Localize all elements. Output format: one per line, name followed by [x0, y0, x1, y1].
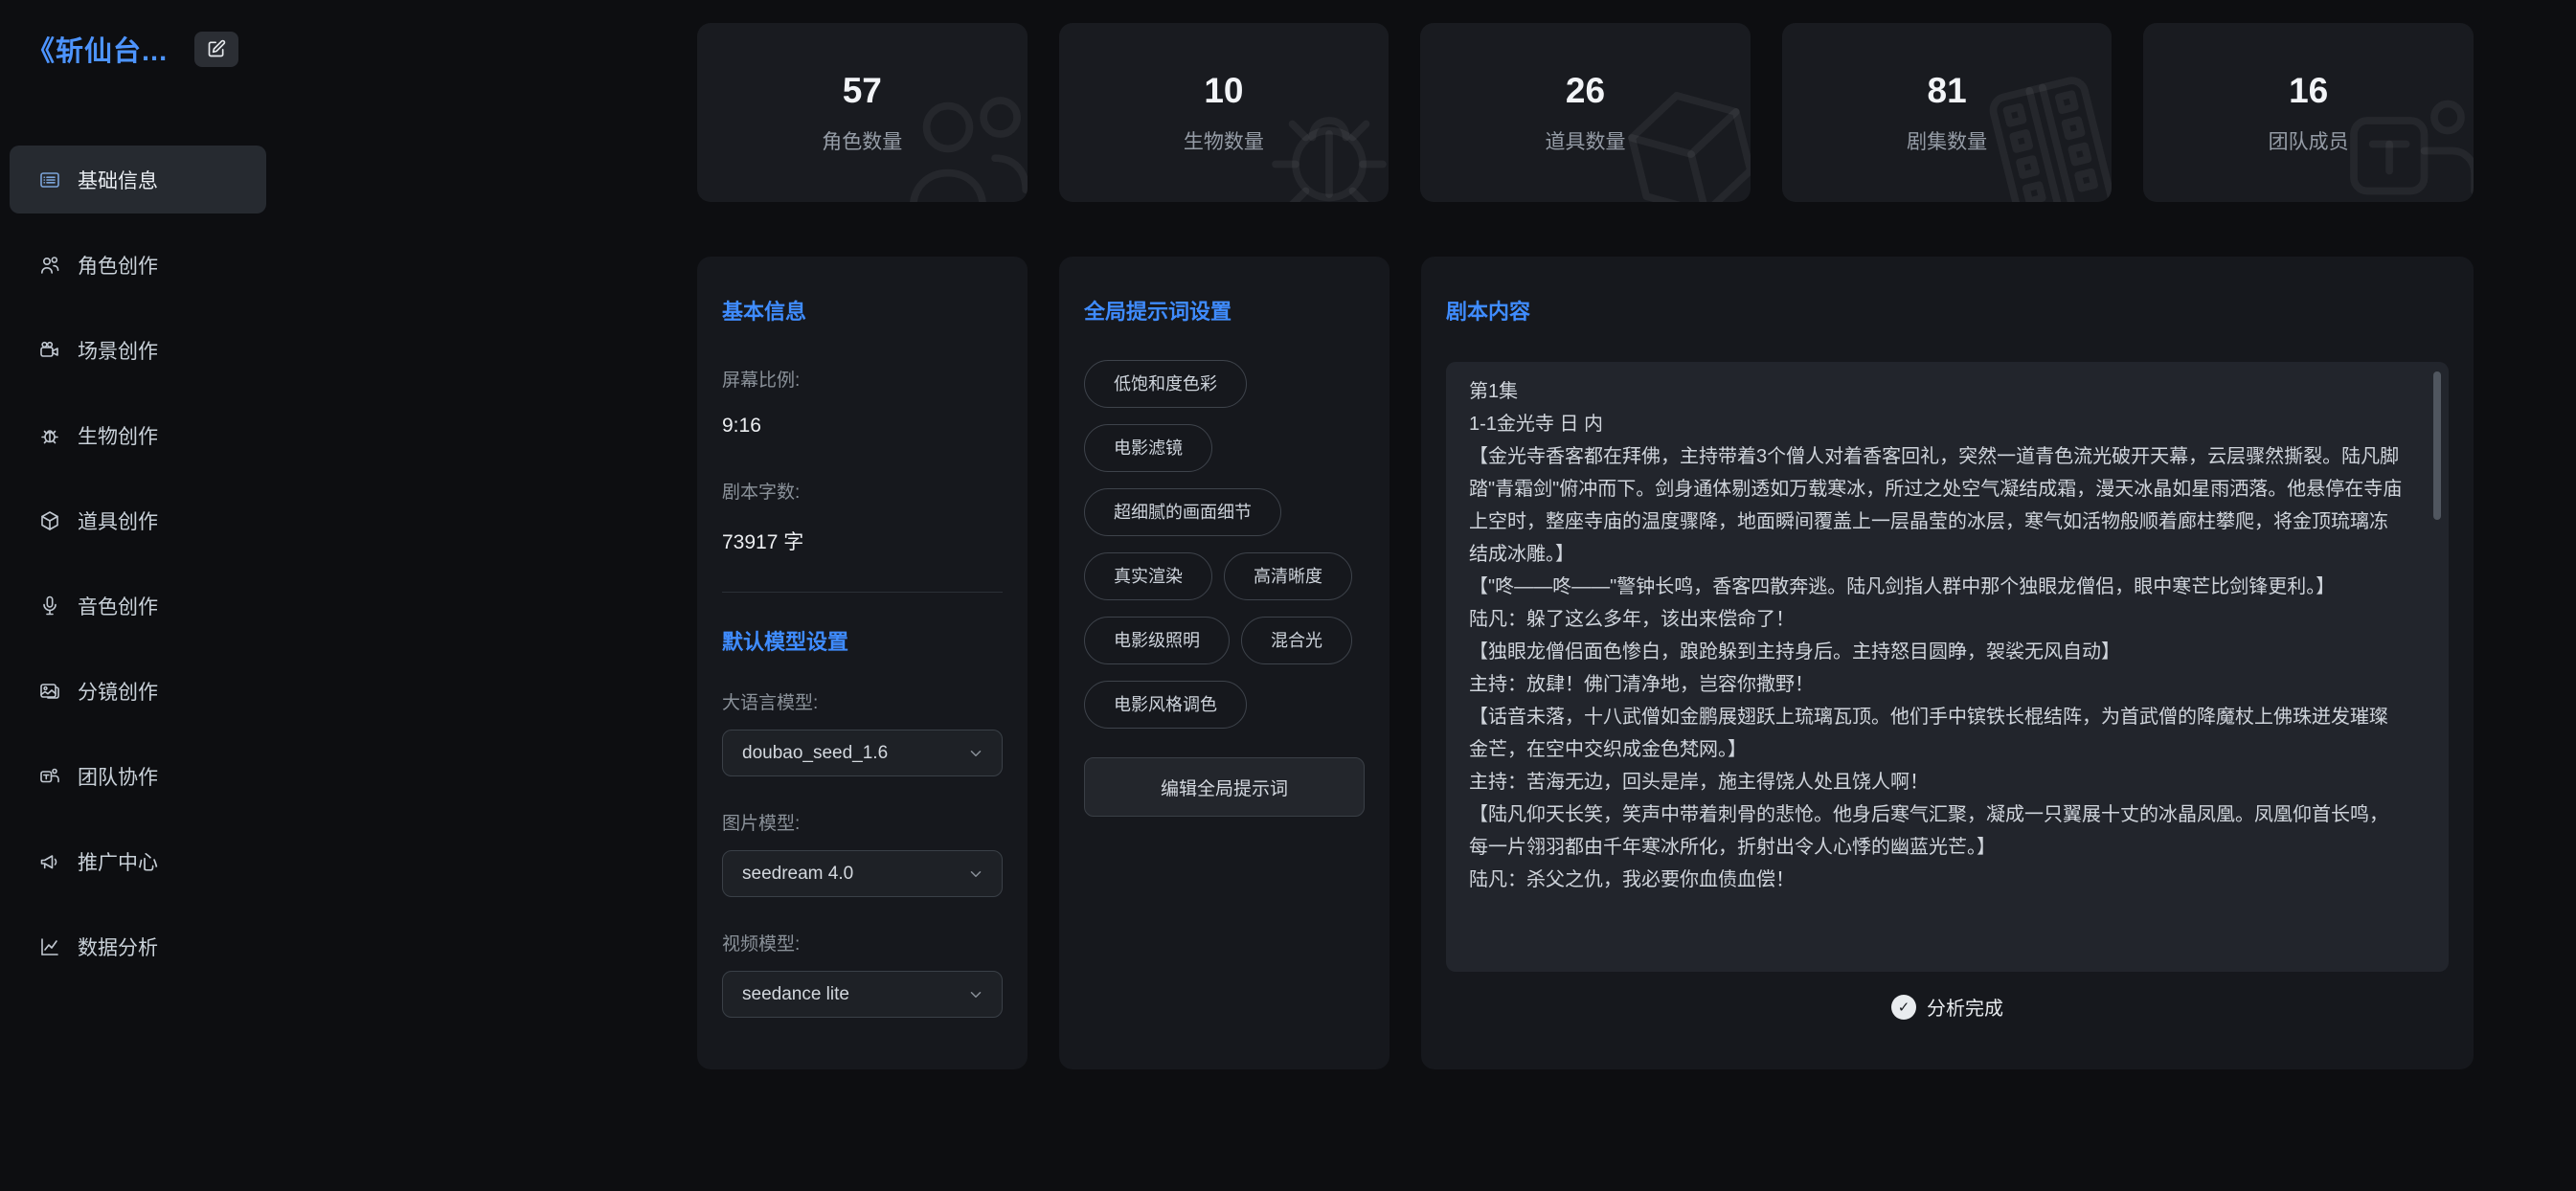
- video-model-label: 视频模型:: [722, 930, 1003, 955]
- chevron-down-icon: [967, 865, 984, 883]
- sidebar-item-data-analysis[interactable]: 数据分析: [10, 912, 266, 980]
- scrollbar-thumb[interactable]: [2433, 371, 2441, 520]
- stats-row: 57 角色数量 10 生物数量 26 道具数量 81 剧集数量 16 团队成员: [697, 23, 2474, 202]
- sidebar-item-character-creation[interactable]: 角色创作: [10, 231, 266, 299]
- cube-watermark-icon: [1593, 56, 1751, 202]
- script-text: 第1集 1-1金光寺 日 内 【金光寺香客都在拜佛，主持带着3个僧人对着香客回礼…: [1469, 375, 2405, 896]
- people-icon: [38, 254, 61, 277]
- llm-model-label: 大语言模型:: [722, 688, 1003, 714]
- megaphone-icon: [38, 850, 61, 873]
- prompt-tag: 低饱和度色彩: [1084, 360, 1247, 408]
- list-icon: [38, 169, 61, 191]
- divider: [722, 592, 1003, 593]
- llm-model-value: doubao_seed_1.6: [742, 743, 888, 764]
- sidebar-item-label: 角色创作: [78, 251, 158, 280]
- sidebar-item-promotion-center[interactable]: 推广中心: [10, 827, 266, 895]
- teams-watermark-icon: [2334, 74, 2474, 202]
- word-count-label: 剧本字数:: [722, 478, 1003, 504]
- screen-ratio-value: 9:16: [722, 415, 1003, 438]
- stat-card-props: 26 道具数量: [1420, 23, 1751, 202]
- people-watermark-icon: [888, 74, 1028, 202]
- script-content-panel: 剧本内容 第1集 1-1金光寺 日 内 【金光寺香客都在拜佛，主持带着3个僧人对…: [1421, 257, 2474, 1069]
- image-icon: [38, 680, 61, 703]
- image-model-select[interactable]: seedream 4.0: [722, 850, 1003, 897]
- sidebar-item-label: 道具创作: [78, 506, 158, 535]
- script-scroll-area[interactable]: 第1集 1-1金光寺 日 内 【金光寺香客都在拜佛，主持带着3个僧人对着香客回礼…: [1446, 362, 2449, 972]
- sidebar-item-voice-creation[interactable]: 音色创作: [10, 572, 266, 640]
- prompt-tag: 超细腻的画面细节: [1084, 488, 1281, 536]
- image-model-value: seedream 4.0: [742, 864, 853, 885]
- edit-global-prompts-button[interactable]: 编辑全局提示词: [1084, 757, 1365, 817]
- check-circle-icon: ✓: [1891, 995, 1916, 1020]
- prompt-tag: 高清晰度: [1224, 552, 1352, 600]
- stat-card-creatures: 10 生物数量: [1059, 23, 1390, 202]
- stat-card-team-members: 16 团队成员: [2143, 23, 2474, 202]
- sidebar-item-team-collaboration[interactable]: 团队协作: [10, 742, 266, 810]
- sidebar-item-label: 分镜创作: [78, 677, 158, 706]
- stat-card-characters: 57 角色数量: [697, 23, 1028, 202]
- screen-ratio-label: 屏幕比例:: [722, 366, 1003, 392]
- chart-icon: [38, 935, 61, 958]
- sidebar-item-label: 场景创作: [78, 336, 158, 365]
- project-title: 《斩仙台...: [27, 29, 168, 69]
- stat-card-episodes: 81 剧集数量: [1782, 23, 2113, 202]
- sidebar-item-storyboard-creation[interactable]: 分镜创作: [10, 657, 266, 725]
- sidebar-item-label: 音色创作: [78, 592, 158, 620]
- prompt-tag: 电影滤镜: [1084, 424, 1212, 472]
- prompt-tags: 低饱和度色彩 电影滤镜 超细腻的画面细节 真实渲染 高清晰度 电影级照明 混合光…: [1084, 360, 1365, 729]
- llm-model-select[interactable]: doubao_seed_1.6: [722, 730, 1003, 776]
- sidebar-item-label: 推广中心: [78, 847, 158, 876]
- edit-title-button[interactable]: [194, 32, 238, 67]
- stat-value: 57: [843, 71, 882, 111]
- panels-row: 基本信息 屏幕比例: 9:16 剧本字数: 73917 字 默认模型设置 大语言…: [697, 257, 2474, 1069]
- analysis-status: ✓ 分析完成: [1446, 993, 2449, 1021]
- stat-value: 16: [2289, 71, 2328, 111]
- sidebar-item-label: 生物创作: [78, 421, 158, 450]
- sidebar-item-scene-creation[interactable]: 场景创作: [10, 316, 266, 384]
- stat-value: 10: [1204, 71, 1243, 111]
- video-model-value: seedance lite: [742, 984, 849, 1005]
- prompt-tag: 真实渲染: [1084, 552, 1212, 600]
- prompt-tag: 混合光: [1241, 617, 1352, 664]
- cube-icon: [38, 509, 61, 532]
- global-prompts-panel: 全局提示词设置 低饱和度色彩 电影滤镜 超细腻的画面细节 真实渲染 高清晰度 电…: [1059, 257, 1390, 1069]
- video-model-select[interactable]: seedance lite: [722, 971, 1003, 1018]
- global-prompts-title: 全局提示词设置: [1084, 295, 1365, 326]
- bug-watermark-icon: [1249, 74, 1389, 202]
- teams-icon: [38, 765, 61, 788]
- basic-info-title: 基本信息: [722, 295, 1003, 326]
- sidebar-item-creature-creation[interactable]: 生物创作: [10, 401, 266, 469]
- basic-info-panel: 基本信息 屏幕比例: 9:16 剧本字数: 73917 字 默认模型设置 大语言…: [697, 257, 1028, 1069]
- app-screen: 《斩仙台... 基础信息 角色创作 场景创作 生物创作 道具创作 音色创作: [0, 0, 2576, 1191]
- film-watermark-icon: [1955, 56, 2113, 202]
- app-header: 《斩仙台...: [27, 29, 238, 69]
- sidebar-item-prop-creation[interactable]: 道具创作: [10, 486, 266, 554]
- sidebar-item-basic-info[interactable]: 基础信息: [10, 146, 266, 213]
- mic-icon: [38, 595, 61, 618]
- sidebar-item-label: 数据分析: [78, 933, 158, 961]
- camera-icon: [38, 339, 61, 362]
- edit-icon: [207, 39, 226, 58]
- prompt-tag: 电影级照明: [1084, 617, 1230, 664]
- analysis-status-text: 分析完成: [1927, 993, 2003, 1021]
- sidebar-item-label: 团队协作: [78, 762, 158, 791]
- chevron-down-icon: [967, 986, 984, 1003]
- chevron-down-icon: [967, 745, 984, 762]
- sidebar: 基础信息 角色创作 场景创作 生物创作 道具创作 音色创作 分镜创作 团队协作: [10, 146, 266, 998]
- word-count-value: 73917 字: [722, 527, 1003, 555]
- sidebar-item-label: 基础信息: [78, 166, 158, 194]
- prompt-tag: 电影风格调色: [1084, 681, 1247, 729]
- bug-icon: [38, 424, 61, 447]
- script-content-title: 剧本内容: [1446, 295, 2449, 326]
- model-settings-title: 默认模型设置: [722, 625, 1003, 656]
- image-model-label: 图片模型:: [722, 809, 1003, 835]
